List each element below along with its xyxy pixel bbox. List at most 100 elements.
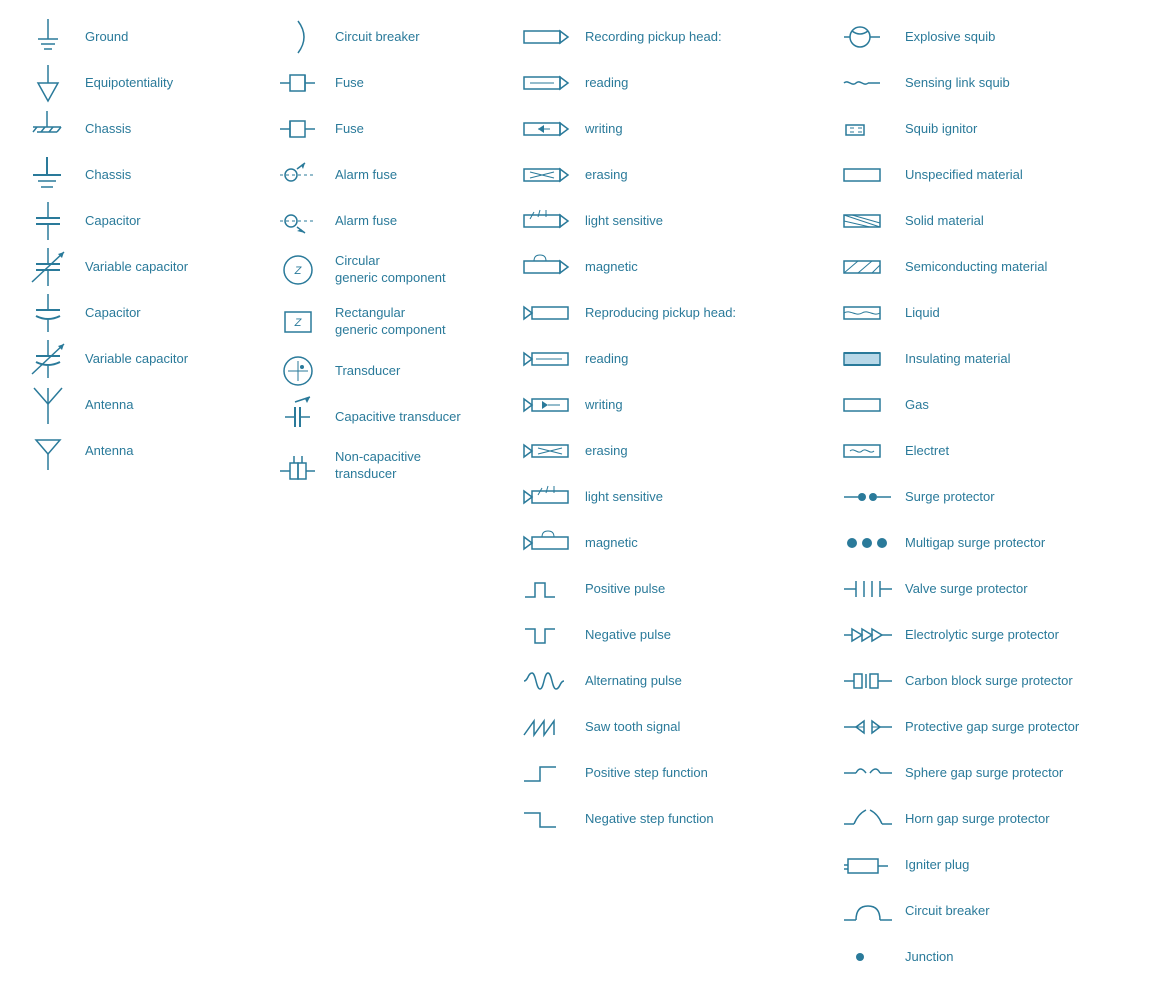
list-item: Variable capacitor [20, 245, 260, 289]
neg-step-icon [520, 799, 575, 839]
unspec-material-icon [840, 155, 895, 195]
magnetic2-icon [520, 523, 575, 563]
sense-squib-icon [840, 63, 895, 103]
reading2-label: reading [585, 351, 628, 368]
magnetic1-icon [520, 247, 575, 287]
circular-generic-icon: Z [270, 250, 325, 290]
list-item: Positive step function [520, 751, 830, 795]
reading1-icon [520, 63, 575, 103]
list-item: Multigap surge protector [840, 521, 1163, 565]
list-item: Z Rectangular generic component [270, 297, 510, 347]
capacitor2-label: Capacitor [85, 305, 141, 322]
electro-surge-icon [840, 615, 895, 655]
main-grid: Ground Equipotentiality [15, 10, 1148, 715]
ground-icon [20, 17, 75, 57]
igniter-plug-label: Igniter plug [905, 857, 969, 874]
prot-gap-label: Protective gap surge protector [905, 719, 1079, 736]
pos-step-icon [520, 753, 575, 793]
list-item: Horn gap surge protector [840, 797, 1163, 841]
pos-step-label: Positive step function [585, 765, 708, 782]
reading1-label: reading [585, 75, 628, 92]
list-item: magnetic [520, 521, 830, 565]
chassis1-icon [20, 109, 75, 149]
col-1: Ground Equipotentiality [15, 10, 265, 984]
list-item: Unspecified material [840, 153, 1163, 197]
writing2-icon [520, 385, 575, 425]
sphere-gap-icon [840, 753, 895, 793]
list-item: Insulating material [840, 337, 1163, 381]
repro-head-icon [520, 293, 575, 333]
alarm-fuse2-label: Alarm fuse [335, 213, 397, 230]
alarm-fuse1-icon [270, 155, 325, 195]
list-item: Sensing link squib [840, 61, 1163, 105]
list-item: Equipotentiality [20, 61, 260, 105]
alarm-fuse1-label: Alarm fuse [335, 167, 397, 184]
col-3: Recording pickup head: reading [515, 10, 835, 984]
prot-gap-icon [840, 707, 895, 747]
saw-tooth-label: Saw tooth signal [585, 719, 680, 736]
capacitor-label: Capacitor [85, 213, 141, 230]
horn-gap-label: Horn gap surge protector [905, 811, 1050, 828]
exp-squib-label: Explosive squib [905, 29, 995, 46]
horn-gap-icon [840, 799, 895, 839]
list-item: Alarm fuse [270, 199, 510, 243]
list-item: Liquid [840, 291, 1163, 335]
list-item: Fuse [270, 61, 510, 105]
circuit-breaker2-label: Circuit breaker [905, 903, 990, 920]
list-item: Gas [840, 383, 1163, 427]
liquid-icon [840, 293, 895, 333]
rect-generic-icon: Z [270, 302, 325, 342]
reading2-icon [520, 339, 575, 379]
list-item: Reproducing pickup head: [520, 291, 830, 335]
list-item: Circuit breaker [840, 889, 1163, 933]
valve-surge-label: Valve surge protector [905, 581, 1028, 598]
list-item: Ground [20, 15, 260, 59]
rect-generic-label: Rectangular generic component [335, 305, 446, 339]
fuse1-icon [270, 63, 325, 103]
neg-pulse-icon [520, 615, 575, 655]
electret-icon [840, 431, 895, 471]
list-item: Electrolytic surge protector [840, 613, 1163, 657]
electro-surge-label: Electrolytic surge protector [905, 627, 1059, 644]
list-item: Positive pulse [520, 567, 830, 611]
list-item: Semiconducting material [840, 245, 1163, 289]
list-item: Solid material [840, 199, 1163, 243]
list-item: Variable capacitor [20, 337, 260, 381]
variable-capacitor-icon [20, 247, 75, 287]
repro-head-label: Reproducing pickup head: [585, 305, 736, 322]
transducer-icon [270, 351, 325, 391]
non-cap-transducer-label: Non-capacitive transducer [335, 449, 421, 483]
list-item: Valve surge protector [840, 567, 1163, 611]
list-item: Antenna [20, 383, 260, 427]
surge-prot-label: Surge protector [905, 489, 995, 506]
solid-material-label: Solid material [905, 213, 984, 230]
chassis1-label: Chassis [85, 121, 131, 138]
fuse1-label: Fuse [335, 75, 364, 92]
list-item: Igniter plug [840, 843, 1163, 887]
list-item: magnetic [520, 245, 830, 289]
gas-label: Gas [905, 397, 929, 414]
writing1-icon [520, 109, 575, 149]
list-item: Transducer [270, 349, 510, 393]
surge-prot-icon [840, 477, 895, 517]
chassis2-icon [20, 155, 75, 195]
fuse2-label: Fuse [335, 121, 364, 138]
list-item: Surge protector [840, 475, 1163, 519]
solid-material-icon [840, 201, 895, 241]
circuit-breaker-label: Circuit breaker [335, 29, 420, 46]
list-item: writing [520, 383, 830, 427]
magnetic2-label: magnetic [585, 535, 638, 552]
multigap-icon [840, 523, 895, 563]
pickup-head-icon [520, 17, 575, 57]
saw-tooth-icon [520, 707, 575, 747]
equipotentiality-icon [20, 63, 75, 103]
cap-transducer-icon [270, 397, 325, 437]
erasing2-label: erasing [585, 443, 628, 460]
antenna1-icon [20, 385, 75, 425]
exp-squib-icon [840, 17, 895, 57]
erasing2-icon [520, 431, 575, 471]
transducer-label: Transducer [335, 363, 400, 380]
antenna2-label: Antenna [85, 443, 133, 460]
list-item: Carbon block surge protector [840, 659, 1163, 703]
list-item: Protective gap surge protector [840, 705, 1163, 749]
